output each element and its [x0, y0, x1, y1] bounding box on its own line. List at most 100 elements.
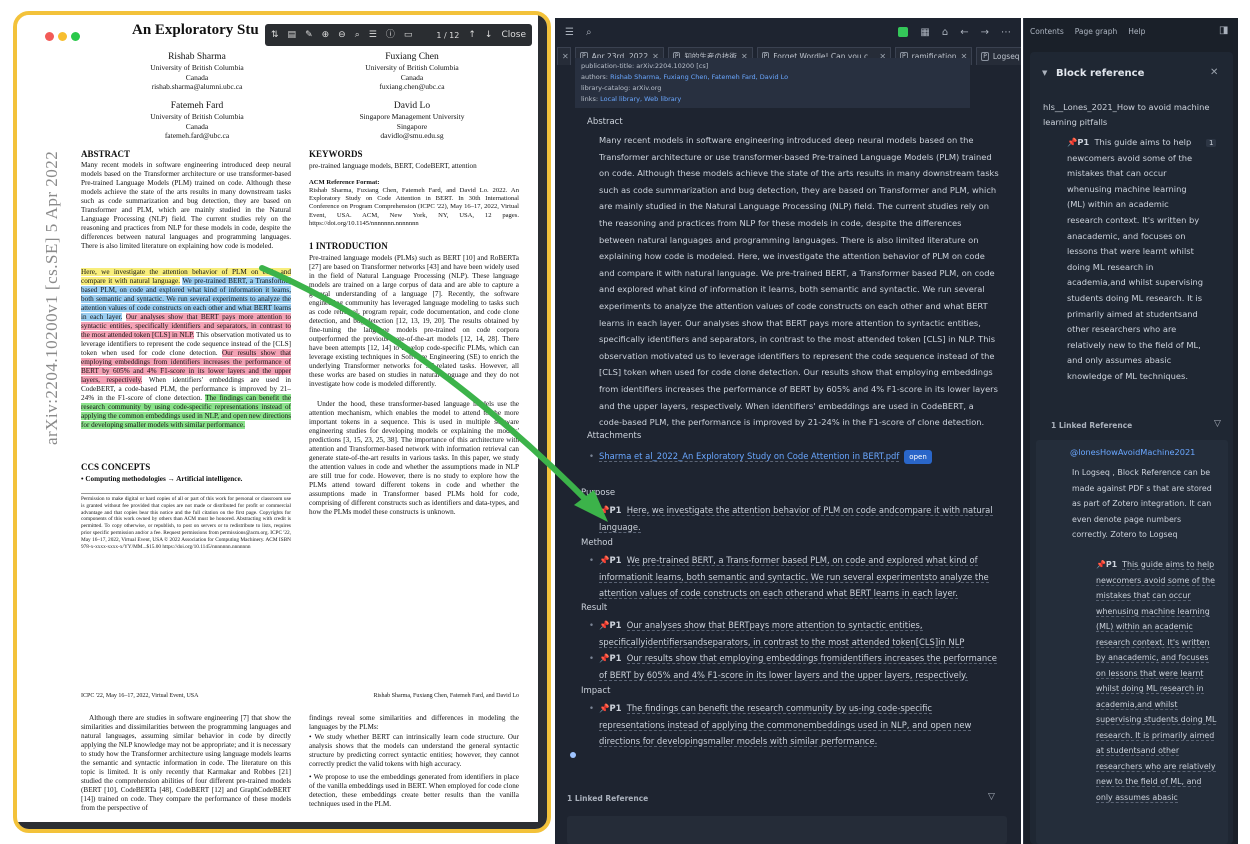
abstract-heading: ABSTRACT	[81, 149, 131, 159]
bullet-icon[interactable]: •	[589, 617, 594, 634]
author-name: Fatemeh Fard	[170, 101, 224, 111]
method-heading[interactable]: Method	[581, 538, 613, 548]
close-pdf-button[interactable]: Close	[501, 30, 526, 40]
p1-text: This guide aims to help newcomers avoid …	[1067, 137, 1204, 381]
pin-icon: 📌	[1096, 560, 1106, 569]
home-icon[interactable]: ⌂	[942, 27, 948, 38]
author-affiliation: Singapore Management University	[359, 112, 465, 121]
search-icon[interactable]: ⌕	[586, 27, 592, 38]
menu-icon[interactable]: ☰	[565, 27, 574, 38]
linked-ref-tag[interactable]: @lonesHowAvoidMachine2021	[1070, 447, 1195, 457]
sync-status-icon[interactable]	[898, 27, 909, 37]
help-link[interactable]: Help	[1128, 27, 1145, 36]
block-ref-text[interactable]: The findings can benefit the research co…	[599, 703, 972, 747]
block-ref-text[interactable]: Our results show that employing embeddin…	[599, 653, 997, 681]
collapse-arrow-icon[interactable]: ▼	[1042, 69, 1047, 77]
page-ref-label[interactable]: P1	[609, 653, 621, 663]
prop-links: links: Local library, Web library	[581, 94, 964, 105]
filter-icon[interactable]: ▽	[1214, 419, 1221, 429]
toggle-sidebar-icon[interactable]: ◨	[1219, 25, 1228, 36]
bullet-icon[interactable]: •	[589, 650, 594, 667]
tab-close[interactable]: ✕	[557, 47, 571, 65]
method-block[interactable]: • 📌P1 We pre-trained BERT, a Trans-forme…	[589, 552, 999, 602]
list-icon[interactable]: ☰	[369, 30, 377, 40]
impact-block[interactable]: • 📌P1 The findings can benefit the resea…	[589, 700, 999, 750]
result-block[interactable]: • 📌P1 Our results show that employing em…	[589, 650, 999, 683]
bullet-icon[interactable]: •	[589, 502, 594, 519]
prev-page-icon[interactable]: ↑	[468, 30, 476, 40]
authors-links[interactable]: Rishab Sharma, Fuxiang Chen, Fatemeh Far…	[610, 73, 788, 81]
new-block-dot-icon[interactable]	[570, 752, 576, 758]
page-properties: publication-title: arXiv:2204.10200 [cs]…	[575, 58, 970, 108]
screen: An Exploratory Stu ⇅ ▤ ✎ ⊕ ⊖ ⌕ ☰ ⓘ ▭ 1 /…	[0, 0, 1250, 844]
author-name: Fuxiang Chen	[385, 52, 439, 62]
p1-block[interactable]: 📌P1 This guide aims to help newcomers av…	[1067, 135, 1207, 385]
filter-icon[interactable]: ▽	[988, 792, 995, 802]
more-icon[interactable]: ⋯	[1001, 27, 1011, 38]
purpose-block[interactable]: • 📌P1 Here, we investigate the attention…	[589, 502, 999, 535]
page-ref-label[interactable]: P1	[609, 620, 621, 630]
block-ref-text[interactable]: We pre-trained BERT, a Trans-former base…	[599, 555, 989, 599]
zoom-out-icon[interactable]: ⊖	[338, 30, 346, 40]
maximize-dot-icon[interactable]	[71, 32, 80, 41]
open-button[interactable]: open	[904, 450, 932, 464]
intro-text: Pre-trained language models (PLMs) such …	[309, 254, 519, 388]
abstract-block-heading[interactable]: Abstract	[587, 117, 623, 127]
pdf-scrollbar[interactable]	[538, 15, 547, 829]
acm-ref-text: Rishab Sharma, Fuxiang Chen, Fatemeh Far…	[309, 187, 519, 227]
linked-ref-text[interactable]: In Logseq , Block Reference can be made …	[1072, 465, 1212, 543]
info-icon[interactable]: ⓘ	[386, 30, 395, 40]
linked-ref-count[interactable]: 1 Linked Reference	[567, 794, 648, 803]
contents-link[interactable]: Contents	[1030, 27, 1064, 36]
outline-icon[interactable]: ⇅	[271, 30, 279, 40]
page-ref-label[interactable]: P1	[1106, 560, 1117, 569]
abstract-block[interactable]: • Many recent models in software enginee…	[599, 132, 999, 430]
linked-ref-panel: @lonesHowAvoidMachine2021 In Logseq , Bl…	[1036, 440, 1228, 844]
attachments-heading[interactable]: Attachments	[587, 431, 641, 441]
bullet-icon[interactable]: •	[589, 552, 594, 569]
purpose-heading[interactable]: Purpose	[581, 488, 615, 498]
abstract-highlighted: Here, we investigate the attention behav…	[81, 268, 291, 442]
block-ref-text[interactable]: Here, we investigate the attention behav…	[599, 505, 993, 533]
linked-p1-block[interactable]: 📌P1 This guide aims to help newcomers av…	[1096, 557, 1218, 805]
calendar-icon[interactable]: ▦	[920, 27, 929, 38]
bullet-icon[interactable]: •	[589, 448, 594, 465]
close-icon[interactable]: ✕	[562, 52, 569, 61]
comment-icon[interactable]: ▭	[404, 30, 413, 40]
page2-bullet: • We study whether BERT can intrinsicall…	[309, 733, 519, 768]
permission-notice: Permission to make digital or hard copie…	[81, 493, 291, 577]
page-ref-label[interactable]: P1	[609, 505, 621, 515]
page-ref-link[interactable]: hls__Lones_2021_How to avoid machine lea…	[1043, 100, 1228, 130]
pin-icon: 📌	[1067, 137, 1078, 147]
right-sidebar: Contents Page graph Help ◨ ▼ Block refer…	[1023, 18, 1238, 844]
bullet-icon[interactable]: •	[589, 700, 594, 717]
sidebar-icon[interactable]: ▤	[288, 30, 297, 40]
result-block[interactable]: • 📌P1 Our analyses show that BERTpays mo…	[589, 617, 999, 650]
prop-key: links:	[581, 95, 601, 103]
block-ref-text[interactable]: Our analyses show that BERTpays more att…	[599, 620, 965, 648]
back-arrow-icon[interactable]: ←	[960, 27, 968, 38]
attachment-link[interactable]: Sharma et al_2022_An Exploratory Study o…	[599, 451, 900, 462]
search-icon[interactable]: ⌕	[355, 30, 360, 40]
linked-ref-count[interactable]: 1 Linked Reference	[1051, 421, 1132, 430]
next-page-icon[interactable]: ↓	[485, 30, 493, 40]
tab[interactable]: P Logseq	[976, 47, 1021, 65]
sidebar-nav: Contents Page graph Help	[1030, 27, 1145, 36]
result-heading[interactable]: Result	[581, 603, 607, 613]
page-ref-label[interactable]: P1	[609, 555, 621, 565]
page-graph-link[interactable]: Page graph	[1075, 27, 1118, 36]
impact-heading[interactable]: Impact	[581, 686, 610, 696]
forward-arrow-icon[interactable]: →	[981, 27, 989, 38]
library-links[interactable]: Local library, Web library	[600, 95, 681, 103]
close-icon[interactable]: ✕	[1210, 67, 1218, 78]
page-ref-label[interactable]: P1	[1077, 137, 1089, 147]
card-title: Block reference	[1056, 68, 1145, 79]
pin-icon: 📌	[599, 505, 610, 515]
pen-icon[interactable]: ✎	[305, 30, 313, 40]
ref-count-badge[interactable]: 1	[1206, 139, 1217, 147]
zoom-in-icon[interactable]: ⊕	[322, 30, 330, 40]
close-dot-icon[interactable]	[45, 32, 54, 41]
minimize-dot-icon[interactable]	[58, 32, 67, 41]
page-ref-label[interactable]: P1	[609, 703, 621, 713]
page-indicator: 1 / 12	[436, 30, 460, 40]
